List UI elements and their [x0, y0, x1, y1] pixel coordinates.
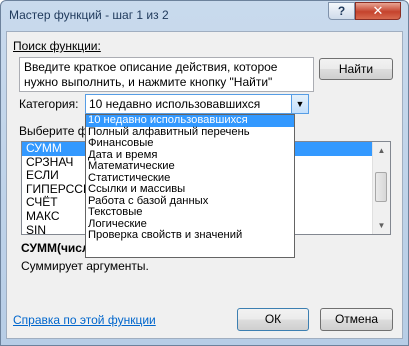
close-button[interactable]: ✕ — [355, 2, 401, 20]
ok-button[interactable]: ОК — [237, 308, 309, 331]
scroll-up-icon[interactable]: ▲ — [373, 142, 390, 159]
dropdown-item[interactable]: Текстовые — [86, 206, 294, 219]
search-label: Поиск функции: — [13, 39, 101, 53]
search-label-text: Поиск функции: — [13, 39, 101, 53]
category-label: Категория: — [19, 97, 79, 111]
ok-button-label: ОК — [264, 312, 282, 326]
find-button-label: Найти — [338, 62, 374, 76]
search-input[interactable]: Введите краткое описание действия, котор… — [19, 57, 314, 92]
scroll-thumb[interactable] — [375, 172, 387, 202]
category-select[interactable]: 10 недавно использовавшихся ▼ — [85, 94, 309, 114]
window-title: Мастер функций - шаг 1 из 2 — [9, 8, 169, 22]
title-bar: Мастер функций - шаг 1 из 2 ? ✕ — [1, 1, 408, 29]
help-title-button[interactable]: ? — [328, 2, 355, 20]
help-link[interactable]: Справка по этой функции — [13, 313, 156, 327]
cancel-button-label: Отмена — [334, 312, 379, 326]
category-dropdown[interactable]: 10 недавно использовавшихся Полный алфав… — [85, 114, 295, 258]
dropdown-item[interactable]: 10 недавно использовавшихся — [86, 115, 294, 127]
dropdown-item[interactable]: Математические — [86, 160, 294, 173]
function-description: Суммирует аргументы. — [21, 259, 149, 273]
dropdown-item[interactable]: Проверка свойств и значений — [86, 229, 294, 242]
dropdown-item[interactable]: Финансовые — [86, 137, 294, 150]
find-button[interactable]: Найти — [319, 58, 393, 80]
list-scrollbar[interactable]: ▲ ▼ — [372, 142, 390, 234]
dropdown-item[interactable]: Ссылки и массивы — [86, 183, 294, 196]
scroll-down-icon[interactable]: ▼ — [373, 217, 390, 234]
function-signature: СУММ(числ — [21, 241, 90, 255]
category-selected-value: 10 недавно использовавшихся — [89, 97, 261, 111]
cancel-button[interactable]: Отмена — [320, 308, 393, 331]
chevron-down-icon[interactable]: ▼ — [291, 95, 308, 113]
